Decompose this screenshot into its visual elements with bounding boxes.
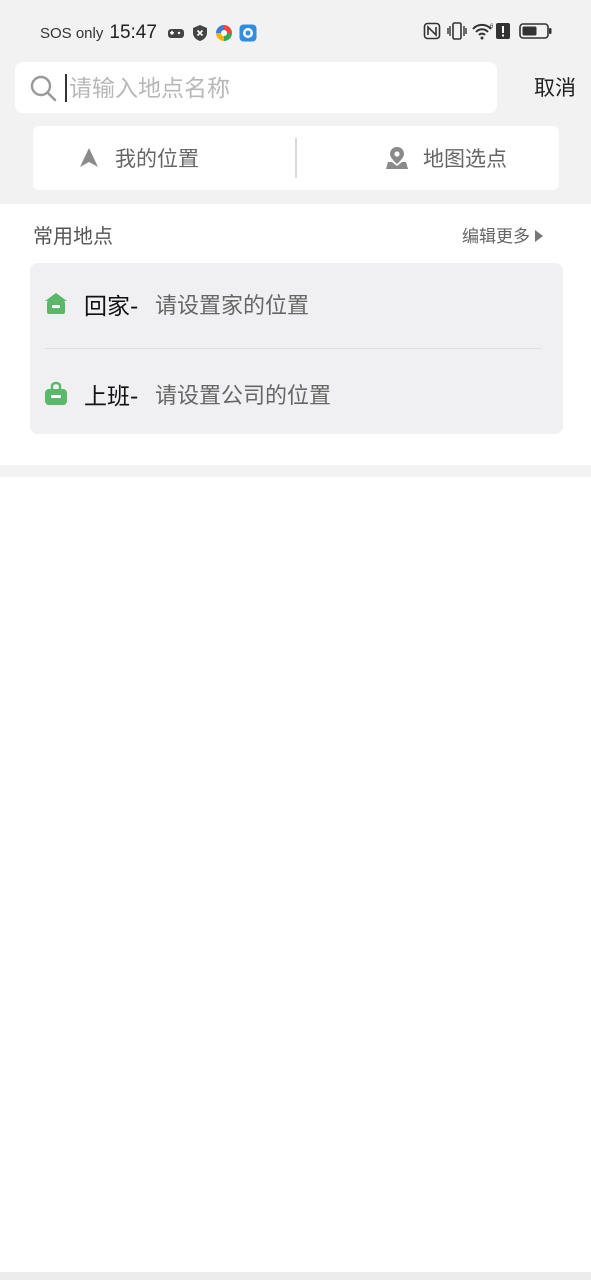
svg-text:6: 6 — [490, 24, 494, 30]
battery-icon — [519, 22, 553, 40]
briefcase-icon — [44, 381, 68, 407]
place-description: 请设置家的位置 — [155, 294, 310, 319]
multicolor-app-icon — [215, 24, 233, 42]
status-right: 6 — [423, 22, 553, 40]
map-select-button[interactable]: 地图选点 — [385, 126, 507, 190]
triangle-right-icon — [534, 228, 544, 242]
section-title: 常用地点 — [33, 224, 113, 248]
game-controller-icon — [167, 24, 185, 42]
carrier-text: SOS only — [40, 24, 104, 42]
blue-app-icon — [239, 24, 257, 42]
vibrate-icon — [447, 22, 467, 40]
location-choice-card: 我的位置 地图选点 — [33, 126, 559, 190]
bottom-gesture-area — [0, 1272, 591, 1280]
search-input[interactable] — [67, 63, 491, 115]
navigation-arrow-icon — [77, 146, 101, 170]
list-item-work[interactable]: 上班- 请设置公司的位置 — [30, 353, 563, 437]
shield-x-icon — [191, 24, 209, 42]
list-divider — [45, 348, 541, 349]
clock-time: 15:47 — [109, 22, 157, 43]
section-separator — [0, 465, 591, 477]
map-select-label: 地图选点 — [423, 147, 507, 171]
edit-more-label: 编辑更多 — [462, 227, 530, 247]
place-name: 上班- — [84, 384, 139, 410]
alert-icon — [495, 22, 513, 40]
status-left: SOS only 15:47 — [40, 22, 257, 44]
search-icon — [29, 74, 57, 102]
my-location-label: 我的位置 — [115, 147, 199, 171]
home-icon — [44, 291, 68, 317]
list-item-home[interactable]: 回家- 请设置家的位置 — [30, 263, 563, 347]
status-bar: SOS only 15:47 6 — [0, 0, 591, 64]
place-description: 请设置公司的位置 — [155, 384, 332, 409]
nfc-icon — [423, 22, 441, 40]
map-pin-icon — [385, 146, 409, 170]
cancel-button[interactable]: 取消 — [520, 70, 590, 106]
wifi-6-icon: 6 — [471, 22, 494, 40]
choice-divider — [295, 138, 297, 178]
place-name: 回家- — [84, 294, 139, 320]
my-location-button[interactable]: 我的位置 — [77, 126, 199, 190]
edit-more-link[interactable]: 编辑更多 — [462, 222, 544, 247]
frequent-places-card: 回家- 请设置家的位置 上班- 请设置公司的位置 — [30, 263, 563, 434]
